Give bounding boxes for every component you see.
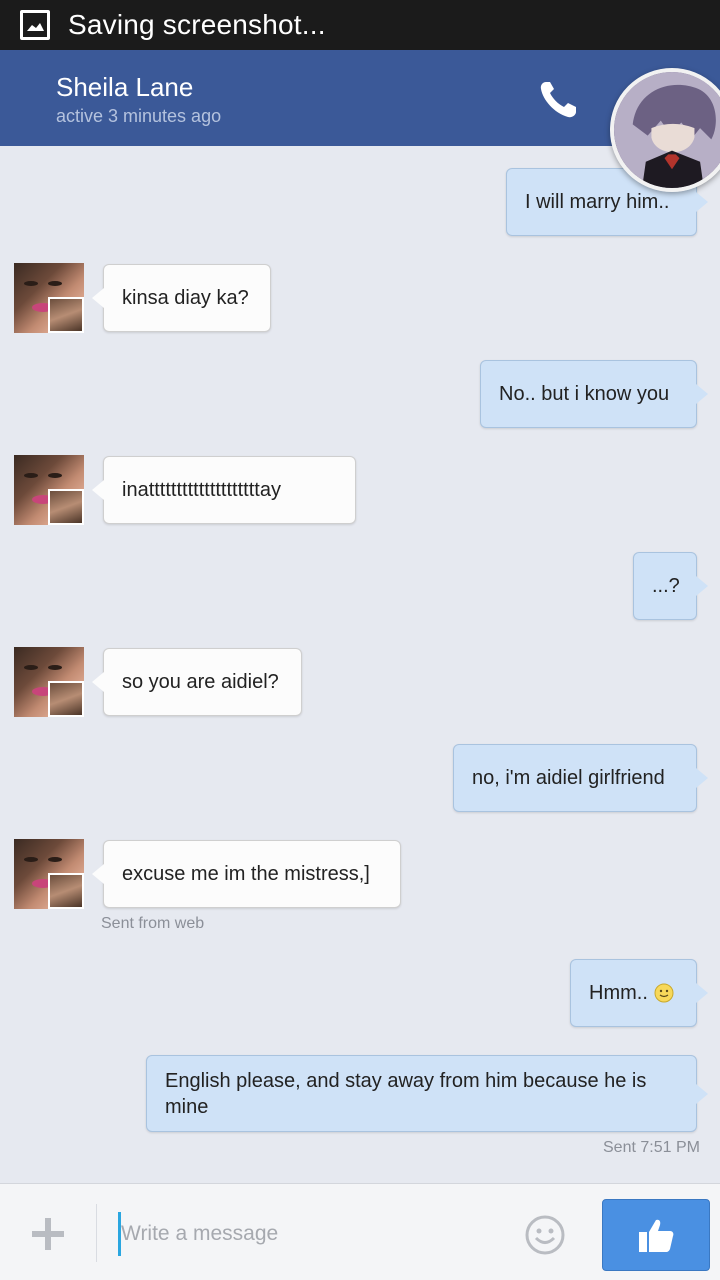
message-input[interactable] xyxy=(118,1212,508,1256)
message-text: English please, and stay away from him b… xyxy=(165,1069,647,1118)
screenshot-icon xyxy=(20,10,50,40)
message-bubble-outgoing[interactable]: ...? xyxy=(633,552,708,620)
emoji-icon[interactable] xyxy=(524,1214,566,1256)
message-text: no, i'm aidiel girlfriend xyxy=(472,767,665,789)
message-text: kinsa diay ka? xyxy=(122,287,249,309)
sent-time-label: Sent 7:51 PM xyxy=(603,1139,700,1156)
status-bar: Saving screenshot... xyxy=(0,0,720,50)
slightly-smiling-face-icon xyxy=(654,983,674,1003)
plus-icon[interactable] xyxy=(28,1214,68,1254)
message-text: inattttttttttttttttttttay xyxy=(122,479,281,501)
sent-from-label: Sent from web xyxy=(101,915,205,932)
message-text: I will marry him.. xyxy=(525,191,670,213)
like-button[interactable] xyxy=(602,1199,710,1271)
sender-avatar[interactable] xyxy=(14,839,84,909)
message-bubble-incoming[interactable]: so you are aidiel? xyxy=(92,648,302,716)
phone-icon[interactable] xyxy=(534,76,582,124)
thumbs-up-icon xyxy=(639,1219,674,1252)
message-bubble-outgoing[interactable]: no, i'm aidiel girlfriend xyxy=(453,744,708,812)
message-text: so you are aidiel? xyxy=(122,671,279,693)
message-bubble-incoming[interactable]: kinsa diay ka? xyxy=(92,264,271,332)
contact-name[interactable]: Sheila Lane xyxy=(56,72,193,103)
message-bubble-outgoing[interactable]: Hmm.. xyxy=(570,959,708,1027)
composer-divider xyxy=(96,1204,97,1262)
message-text: No.. but i know you xyxy=(499,383,670,405)
message-text: ...? xyxy=(652,575,680,597)
message-bubble-incoming[interactable]: inattttttttttttttttttttay xyxy=(92,456,356,524)
message-bubble-outgoing[interactable]: English please, and stay away from him b… xyxy=(146,1055,708,1132)
status-text: Saving screenshot... xyxy=(68,9,326,40)
message-text: Hmm.. xyxy=(589,982,648,1004)
message-bubble-outgoing[interactable]: No.. but i know you xyxy=(480,360,708,428)
message-text: excuse me im the mistress,] xyxy=(122,863,370,885)
message-bubble-incoming[interactable]: excuse me im the mistress,] xyxy=(92,840,401,908)
sender-avatar[interactable] xyxy=(14,455,84,525)
message-composer xyxy=(0,1183,720,1280)
active-status: active 3 minutes ago xyxy=(56,106,222,126)
sender-avatar[interactable] xyxy=(14,647,84,717)
sender-avatar[interactable] xyxy=(14,263,84,333)
